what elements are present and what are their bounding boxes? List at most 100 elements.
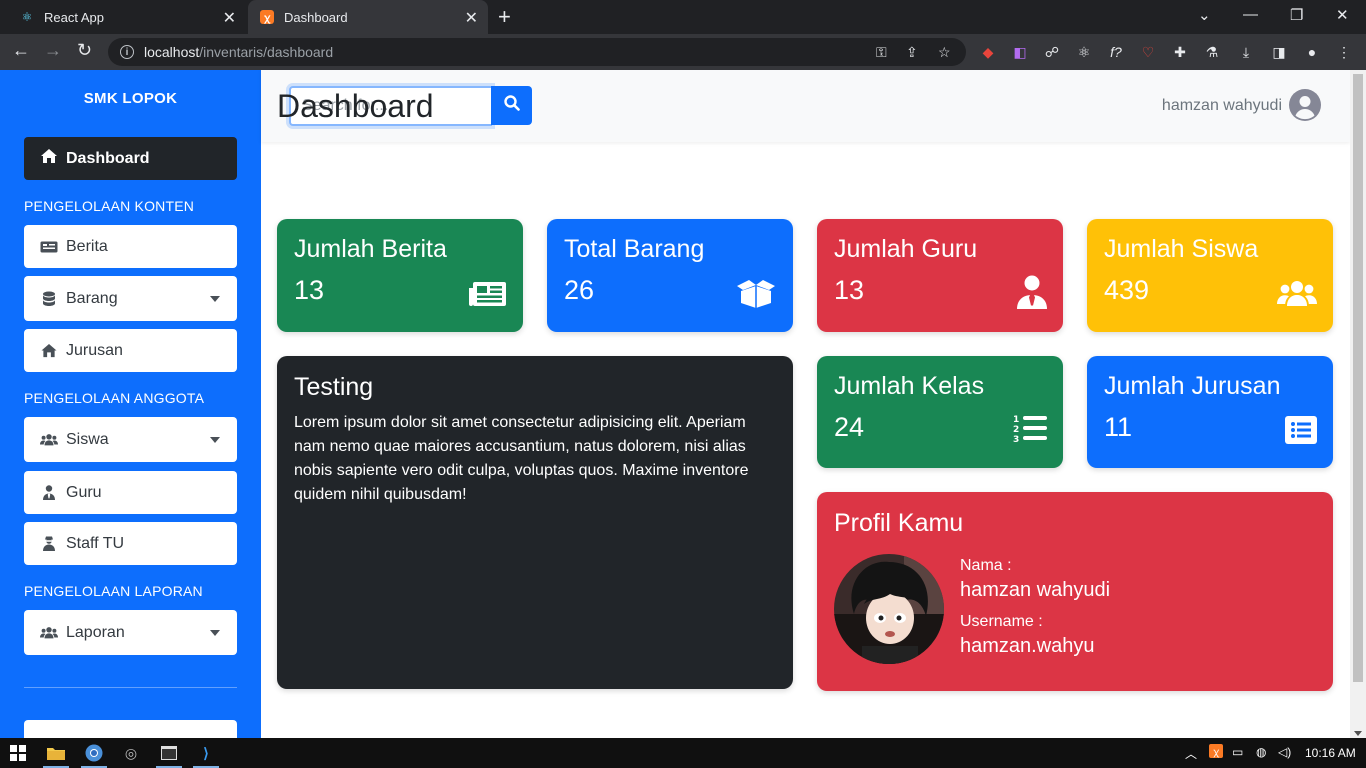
search-button[interactable]	[491, 86, 532, 125]
network-globe-icon[interactable]: ◍	[1256, 745, 1266, 759]
stat-value: 24	[834, 412, 865, 442]
react-icon: ⚛	[21, 10, 33, 24]
stat-value: 11	[1104, 412, 1133, 442]
caret-down-icon	[210, 629, 220, 636]
scrollbar-thumb[interactable]	[1353, 74, 1363, 682]
new-tab-button[interactable]: +	[498, 4, 511, 30]
site-info-icon[interactable]: i	[120, 45, 134, 59]
sidebar-item-label: Dashboard	[66, 149, 150, 167]
vscode-icon[interactable]: ⟩	[196, 743, 216, 763]
stat-value: 439	[1104, 275, 1150, 305]
sidebar-item-staff-tu[interactable]: Staff TU	[24, 522, 237, 565]
profile-title: Profil Kamu	[834, 509, 964, 537]
stat-label: Jumlah Guru	[834, 235, 978, 263]
restore-button[interactable]: ❐	[1290, 6, 1303, 24]
download-icon[interactable]: ⤓	[1237, 43, 1255, 61]
extensions-puzzle-icon[interactable]: ✚	[1171, 43, 1189, 61]
side-panel-icon[interactable]: ◨	[1270, 43, 1288, 61]
database-icon	[40, 291, 58, 307]
sidebar-item-berita[interactable]: Berita	[24, 225, 237, 268]
tab-title: Dashboard	[284, 9, 348, 25]
users-icon	[1277, 279, 1317, 312]
tab-search-icon[interactable]: ⌄	[1198, 6, 1211, 24]
sidebar-item-label: Berita	[66, 237, 108, 255]
list-ol-icon: 123	[1013, 414, 1047, 449]
file-explorer-icon[interactable]	[46, 743, 66, 763]
user-circle-icon[interactable]	[1289, 89, 1321, 121]
share-icon[interactable]: ⇪	[906, 44, 918, 61]
stat-card-kelas: Jumlah Kelas 24 123	[817, 356, 1063, 468]
stat-label: Jumlah Berita	[294, 235, 447, 263]
extension-cube-icon[interactable]: ◆	[979, 43, 997, 61]
tab-dashboard[interactable]: ꭓ Dashboard ✕	[248, 0, 488, 34]
section-heading-laporan: PENGELOLAAN LAPORAN	[24, 583, 203, 599]
extension-gem-icon[interactable]: ♡	[1139, 43, 1157, 61]
stat-card-barang: Total Barang 26	[547, 219, 793, 332]
close-icon[interactable]: ✕	[223, 8, 236, 28]
obs-icon[interactable]: ◎	[121, 743, 141, 763]
sidebar-item-siswa[interactable]: Siswa	[24, 417, 237, 462]
windows-start-icon[interactable]	[8, 743, 28, 763]
user-name[interactable]: hamzan wahyudi	[1162, 97, 1282, 115]
sidebar-item-barang[interactable]: Barang	[24, 276, 237, 321]
rectangle-list-icon	[1285, 416, 1317, 449]
svg-text:2: 2	[1013, 425, 1019, 435]
close-window-button[interactable]: ✕	[1336, 6, 1349, 24]
stat-label: Total Barang	[564, 235, 705, 263]
clock-time[interactable]: 10:16 AM	[1305, 746, 1356, 760]
back-button[interactable]: ←	[12, 40, 30, 61]
sidebar-item-jurusan[interactable]: Jurusan	[24, 329, 237, 372]
os-taskbar: ◎ ⟩ ︿ ꭓ ▭ ◍ ◁) 10:16 AM	[0, 738, 1366, 768]
sidebar-item-dashboard[interactable]: Dashboard	[24, 137, 237, 180]
users-icon	[40, 433, 58, 446]
extension-formula-icon[interactable]: f?	[1107, 43, 1125, 61]
battery-icon[interactable]: ▭	[1232, 745, 1243, 759]
profile-username-label: Username :	[960, 613, 1043, 630]
browser-toolbar: ← → ↻ i localhost/inventaris/dashboard ⚿…	[0, 34, 1366, 70]
scrollbar[interactable]	[1350, 70, 1366, 738]
stat-label: Jumlah Siswa	[1104, 235, 1259, 263]
bookmark-star-icon[interactable]: ☆	[938, 44, 951, 61]
home-icon	[40, 148, 58, 169]
svg-text:3: 3	[1013, 435, 1019, 444]
volume-icon[interactable]: ◁)	[1278, 745, 1291, 759]
sidebar-brand[interactable]: SMK LOPOK	[0, 90, 261, 107]
profile-icon[interactable]: ●	[1303, 43, 1321, 61]
xampp-tray-icon[interactable]: ꭓ	[1209, 744, 1223, 758]
extension-graph-icon[interactable]: ☍	[1043, 43, 1061, 61]
scroll-down-arrow-icon[interactable]	[1354, 731, 1362, 736]
sidebar-item-partial[interactable]	[24, 720, 237, 738]
caret-down-icon	[210, 436, 220, 443]
sidebar-item-guru[interactable]: Guru	[24, 471, 237, 514]
users-icon	[40, 626, 58, 639]
sidebar-item-label: Guru	[66, 483, 102, 501]
page-title: Dashboard	[277, 88, 434, 124]
stat-card-siswa: Jumlah Siswa 439	[1087, 219, 1333, 332]
stat-label: Jumlah Jurusan	[1104, 372, 1281, 400]
tab-react-app[interactable]: ⚛ React App ✕	[8, 0, 246, 34]
profile-avatar	[834, 554, 944, 664]
labs-flask-icon[interactable]: ⚗	[1203, 43, 1221, 61]
extension-react-icon[interactable]: ⚛	[1075, 43, 1093, 61]
profile-username: hamzan.wahyu	[960, 635, 1095, 657]
address-bar[interactable]: i localhost/inventaris/dashboard ⚿ ⇪ ☆	[108, 38, 966, 66]
sidebar-item-laporan[interactable]: Laporan	[24, 610, 237, 655]
reload-button[interactable]: ↻	[77, 40, 92, 61]
testing-card: Testing Lorem ipsum dolor sit amet conse…	[277, 356, 793, 689]
minimize-button[interactable]: —	[1243, 6, 1258, 23]
testing-title: Testing	[294, 373, 374, 401]
user-tie-icon	[1017, 275, 1047, 314]
sidebar-item-label: Jurusan	[66, 341, 123, 359]
close-icon[interactable]: ✕	[465, 8, 478, 28]
stat-card-jurusan: Jumlah Jurusan 11	[1087, 356, 1333, 468]
forward-button[interactable]: →	[44, 40, 62, 61]
extension-color-icon[interactable]: ◧	[1011, 43, 1029, 61]
sidebar-divider	[24, 687, 237, 688]
menu-kebab-icon[interactable]: ⋮	[1335, 43, 1353, 61]
chrome-icon[interactable]	[84, 743, 104, 763]
tray-chevron-icon[interactable]: ︿	[1185, 745, 1197, 762]
terminal-icon[interactable]	[159, 743, 179, 763]
xampp-icon: ꭓ	[260, 10, 274, 24]
key-icon[interactable]: ⚿	[876, 44, 887, 61]
stat-value: 13	[294, 275, 325, 305]
